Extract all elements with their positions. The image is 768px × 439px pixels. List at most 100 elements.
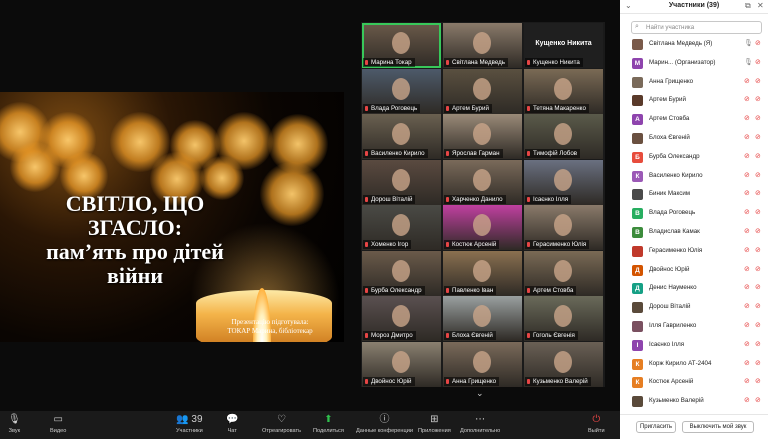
participant-name: Денис Науменко (649, 284, 697, 292)
meeting-info-icon: ⓘ (379, 414, 390, 425)
video-off-icon: ⊘ (755, 40, 761, 47)
participant-row[interactable]: Блоха Євгеній ⊘ ⊘ (620, 130, 768, 149)
participant-row[interactable]: Б Бурба Олександр ⊘ ⊘ (620, 149, 768, 168)
participant-name: Ілля Гавриленко (649, 322, 697, 329)
share-screen-button[interactable]: ⬆ Поделиться (313, 414, 344, 434)
video-tile[interactable]: Світлана Медведь (443, 23, 522, 68)
participant-face (392, 214, 410, 236)
participant-row[interactable]: Анна Грищенко ⊘ ⊘ (620, 74, 768, 93)
video-icon: ▭ (53, 414, 63, 425)
video-tile[interactable]: Влада Роговець (362, 68, 441, 114)
toolbar-label: Дополнительно (460, 428, 501, 434)
apps-button[interactable]: ⊞ Приложения (418, 414, 451, 434)
participant-row[interactable]: Ілля Гавриленко ⊘ ⊘ (620, 318, 768, 337)
audio-button[interactable]: 🎙 Звук (8, 414, 21, 434)
participant-row[interactable]: К Костюк Арсеній ⊘ ⊘ (620, 374, 768, 393)
participant-row[interactable]: Герасименко Юлія ⊘ ⊘ (620, 243, 768, 262)
credit-line: ТОКАР Марина, бібліотекар (227, 327, 313, 335)
video-tile[interactable]: Ярослав Гарман (443, 114, 522, 159)
participant-face (554, 350, 572, 373)
video-tile[interactable]: Артем Бурий (443, 68, 522, 114)
participant-row[interactable]: Дорош Віталій ⊘ ⊘ (620, 299, 768, 318)
video-off-icon: ⊘ (755, 228, 761, 235)
search-participant-input[interactable]: ⌕ Найти участника (631, 21, 762, 34)
participant-row[interactable]: Світлана Медведь (Я) 🎙 ⊘ (620, 36, 768, 55)
react-button[interactable]: ♡ Отреагировать (262, 414, 301, 434)
participant-row[interactable]: Кузьменко Валерій ⊘ ⊘ (620, 393, 768, 412)
participant-name: Двойнос Юрій (649, 265, 690, 273)
video-tile[interactable]: Ісаєнко Ілля (524, 159, 603, 205)
participant-face (392, 32, 410, 54)
participant-row[interactable]: Артем Бурий ⊘ ⊘ (620, 92, 768, 111)
video-tile[interactable]: Кузьменко Валерій (524, 341, 603, 387)
mic-muted-icon: ⊘ (744, 340, 750, 348)
gallery-scroll-down-icon[interactable]: ⌄ (476, 388, 484, 399)
video-tile[interactable]: Василенко Кирило (362, 114, 441, 159)
video-tile[interactable]: Блоха Євгеній (443, 296, 522, 341)
video-off-icon: ⊘ (755, 58, 761, 66)
avatar: К (632, 377, 643, 389)
chat-icon: 💬 (226, 414, 239, 425)
invite-button[interactable]: Пригласить (636, 421, 676, 433)
video-tile[interactable]: Бурба Олександр (362, 250, 441, 296)
video-tile[interactable]: Кущенко Никита Кущенко Никита (524, 23, 603, 68)
video-button[interactable]: ▭ Видео (50, 414, 66, 434)
popout-icon[interactable]: ⧉ (745, 1, 751, 11)
meeting-info-button[interactable]: ⓘ Данные конференции (356, 414, 413, 434)
video-off-icon: ⊘ (755, 152, 761, 160)
participant-name: Анна Грищенко (649, 77, 694, 85)
video-tile[interactable]: Хоменко Ігор (362, 205, 441, 250)
video-tile[interactable]: Харченко Данило (443, 159, 522, 205)
participant-row[interactable]: Биник Максим ⊘ ⊘ (620, 186, 768, 205)
participant-name: Корж Кирило АТ-2404 (649, 359, 712, 367)
participant-face (392, 77, 410, 100)
toolbar-label: Отреагировать (262, 428, 302, 434)
mic-muted-icon: ⊘ (744, 115, 750, 123)
participant-row[interactable]: А Артем Стовба ⊘ ⊘ (620, 111, 768, 130)
toolbar-label: Поделиться (313, 428, 344, 434)
leave-button[interactable]: ⏻ Выйти (588, 414, 605, 434)
title-line: СВІТЛО, ЩО (65, 191, 205, 216)
video-tile[interactable]: Марина Токар (362, 23, 441, 68)
participant-row[interactable]: В Влада Роговець ⊘ ⊘ (620, 205, 768, 224)
avatar: В (632, 208, 643, 220)
participant-row[interactable]: К Корж Кирило АТ-2404 ⊘ ⊘ (620, 356, 768, 375)
chat-button[interactable]: 💬 Чат (226, 414, 238, 434)
video-tile[interactable]: Костюк Арсеній (443, 205, 522, 250)
video-tile[interactable]: Тимофій Лобов (524, 114, 603, 159)
participant-row[interactable]: Д Денис Науменко ⊘ ⊘ (620, 280, 768, 299)
video-off-icon: ⊘ (755, 265, 761, 273)
presentation-credit: Презентацію підготувала: ТОКАР Марина, б… (210, 318, 330, 336)
close-icon[interactable]: ✕ (757, 1, 764, 10)
participant-face (392, 305, 410, 327)
mute-me-button[interactable]: Выключить мой звук (682, 421, 754, 433)
meeting-toolbar: 🎙 Звук ▭ Видео 👥 39 Участники 💬 Чат ♡ Отреагирова… (0, 411, 620, 439)
participant-name: Владислав Камак (649, 228, 700, 235)
avatar: В (632, 227, 643, 238)
video-tile[interactable]: Дорош Віталій (362, 159, 441, 205)
participants-button[interactable]: 👥 39 Участники (176, 414, 203, 434)
participant-row[interactable]: К Василенко Кирило ⊘ ⊘ (620, 168, 768, 187)
video-tile[interactable]: Гоголь Євгенія (524, 296, 603, 341)
avatar: М (632, 57, 643, 69)
participant-row[interactable]: М Марин... (Организатор) 🎙 ⊘ (620, 55, 768, 74)
more-button[interactable]: ⋯ Дополнительно (460, 414, 500, 434)
video-tile[interactable]: Двойнос Юрій (362, 341, 441, 387)
shared-screen: СВІТЛО, ЩО ЗГАСЛО: пам’ять про дітей вій… (0, 92, 344, 342)
video-tile[interactable]: Анна Грищенко (443, 341, 522, 387)
video-tile[interactable]: Артем Стовба (524, 250, 603, 296)
apps-icon: ⊞ (430, 414, 439, 425)
video-tile[interactable]: Мороз Дмитро (362, 296, 441, 341)
video-tile[interactable]: Павленко Іван (443, 250, 522, 296)
participant-row[interactable]: І Ісаєнко Ілля ⊘ ⊘ (620, 337, 768, 356)
video-tile[interactable]: Герасименко Юлія (524, 205, 603, 250)
presentation-title: СВІТЛО, ЩО ЗГАСЛО: пам’ять про дітей вій… (0, 192, 270, 288)
tile-name-label: Хоменко Ігор (363, 240, 412, 249)
avatar: Д (632, 264, 643, 276)
participant-row[interactable]: В Владислав Камак ⊘ ⊘ (620, 224, 768, 243)
video-tile[interactable]: Тетяна Макаренко (524, 68, 603, 114)
toolbar-label: Данные конференции (356, 428, 413, 434)
mic-muted-icon: ⊘ (744, 397, 750, 405)
participant-row[interactable]: Д Двойнос Юрій ⊘ ⊘ (620, 262, 768, 281)
participant-face (473, 259, 491, 282)
